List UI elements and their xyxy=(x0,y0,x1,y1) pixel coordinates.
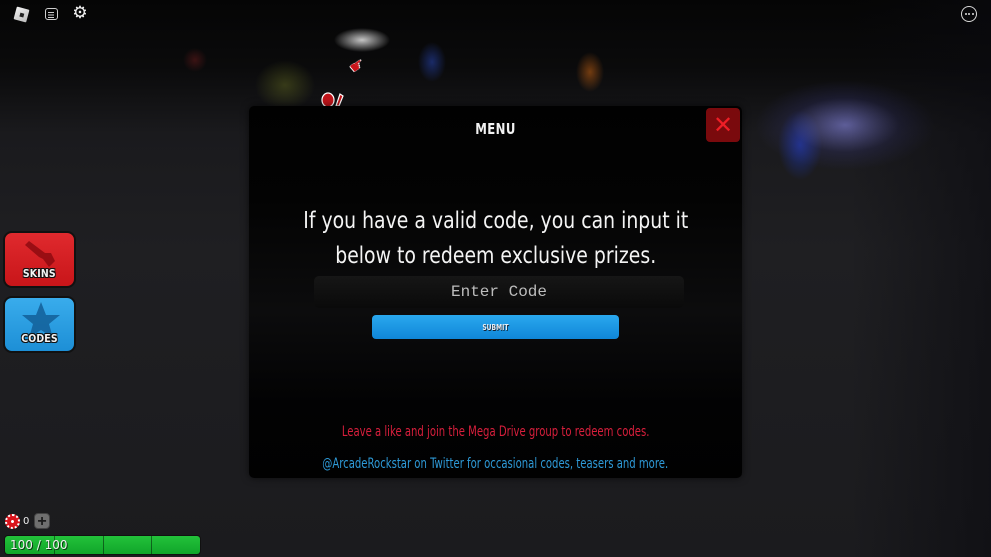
scene-background xyxy=(850,0,991,557)
twitter-notice: @ArcadeRockstar on Twitter for occasiona… xyxy=(229,455,762,473)
health-segment-divider xyxy=(102,536,104,554)
codes-label: CODES xyxy=(21,332,58,345)
twitter-notice-text[interactable]: @ArcadeRockstar on Twitter for occasiona… xyxy=(323,456,669,472)
gear-icon[interactable]: ⚙ xyxy=(72,4,88,21)
gun-icon xyxy=(25,241,55,267)
more-options-icon[interactable] xyxy=(961,6,977,22)
chip-icon xyxy=(5,514,20,529)
codes-menu-modal: MENU ✕ If you have a valid code, you can… xyxy=(249,106,742,478)
chip-count: 0 xyxy=(23,516,30,527)
health-bar: 100 / 100 xyxy=(4,535,201,555)
world-marker-icon xyxy=(321,92,344,108)
close-icon: ✕ xyxy=(712,111,734,139)
intro-line-2: below to redeem exclusive prizes. xyxy=(335,243,656,269)
codes-button[interactable]: CODES xyxy=(3,296,76,353)
pointer-hand-icon: ☛ xyxy=(346,55,369,78)
health-text: 100 / 100 xyxy=(10,538,68,552)
code-input[interactable] xyxy=(314,276,684,308)
group-notice-text: Leave a like and join the Mega Drive gro… xyxy=(341,424,650,440)
modal-title: MENU xyxy=(475,120,516,138)
close-button[interactable]: ✕ xyxy=(706,108,740,142)
health-segment-divider xyxy=(151,536,153,554)
group-notice: Leave a like and join the Mega Drive gro… xyxy=(229,423,762,441)
skins-button[interactable]: SKINS xyxy=(3,231,76,288)
skins-label: SKINS xyxy=(23,267,56,280)
intro-line-1: If you have a valid code, you can input … xyxy=(303,208,688,234)
submit-button[interactable]: SUBMIT xyxy=(372,315,619,339)
chat-icon[interactable] xyxy=(43,6,59,22)
roblox-logo-icon[interactable] xyxy=(13,6,29,22)
add-chips-button[interactable]: + xyxy=(34,513,50,530)
intro-text: If you have a valid code, you can input … xyxy=(229,204,762,274)
submit-label: SUBMIT xyxy=(482,322,509,332)
